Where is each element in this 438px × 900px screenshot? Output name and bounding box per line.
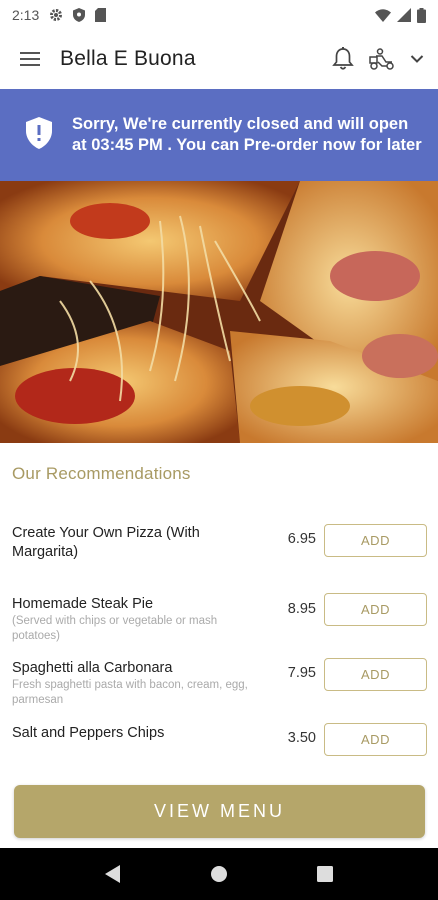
item-name: Salt and Peppers Chips xyxy=(12,725,165,741)
home-icon[interactable] xyxy=(199,854,239,894)
add-button[interactable]: ADD xyxy=(324,524,427,557)
list-item: Salt and Peppers Chips 3.50 ADD xyxy=(0,722,438,772)
item-name: Spaghetti alla Carbonara xyxy=(12,660,173,676)
hero-pizza-image xyxy=(0,181,438,443)
list-item: Spaghetti alla Carbonara Fresh spaghetti… xyxy=(0,657,438,717)
closed-message: Sorry, We're currently closed and will o… xyxy=(72,115,422,154)
item-price: 3.50 xyxy=(287,730,316,746)
app-title: Bella E Buona xyxy=(60,47,196,70)
add-button[interactable]: ADD xyxy=(324,658,427,691)
item-description: Fresh spaghetti pasta with bacon, cream,… xyxy=(12,679,248,706)
item-name: Homemade Steak Pie xyxy=(12,596,154,612)
signal-icon xyxy=(397,8,411,22)
sd-card-icon xyxy=(95,8,107,22)
status-time: 2:13 xyxy=(12,7,40,23)
battery-icon xyxy=(417,7,426,23)
list-item: Create Your Own Pizza (With Margarita) 6… xyxy=(0,520,438,580)
item-description: (Served with chips or vegetable or mash … xyxy=(12,615,218,642)
wifi-icon xyxy=(375,8,391,22)
bell-icon[interactable] xyxy=(332,47,354,71)
shield-alert-icon xyxy=(26,116,54,154)
add-button[interactable]: ADD xyxy=(324,593,427,626)
list-item: Homemade Steak Pie (Served with chips or… xyxy=(0,593,438,653)
view-menu-button[interactable]: VIEW MENU xyxy=(14,785,425,838)
chevron-down-icon[interactable] xyxy=(410,54,424,64)
item-name: Create Your Own Pizza (With Margarita) xyxy=(12,525,200,560)
closed-banner: Sorry, We're currently closed and will o… xyxy=(0,89,438,181)
status-bar: 2:13 xyxy=(0,0,438,30)
item-price: 7.95 xyxy=(287,665,316,681)
item-price: 8.95 xyxy=(287,601,316,617)
delivery-person-icon[interactable] xyxy=(368,48,396,70)
hamburger-menu-icon[interactable] xyxy=(0,30,60,88)
gear-icon xyxy=(49,8,63,22)
recents-icon[interactable] xyxy=(305,854,345,894)
app-bar: Bella E Buona xyxy=(0,30,438,88)
item-price: 6.95 xyxy=(287,531,316,547)
back-icon[interactable] xyxy=(93,854,133,894)
system-nav-bar xyxy=(0,848,438,900)
add-button[interactable]: ADD xyxy=(324,723,427,756)
shield-icon xyxy=(73,8,86,22)
recommendations-title: Our Recommendations xyxy=(12,464,191,483)
